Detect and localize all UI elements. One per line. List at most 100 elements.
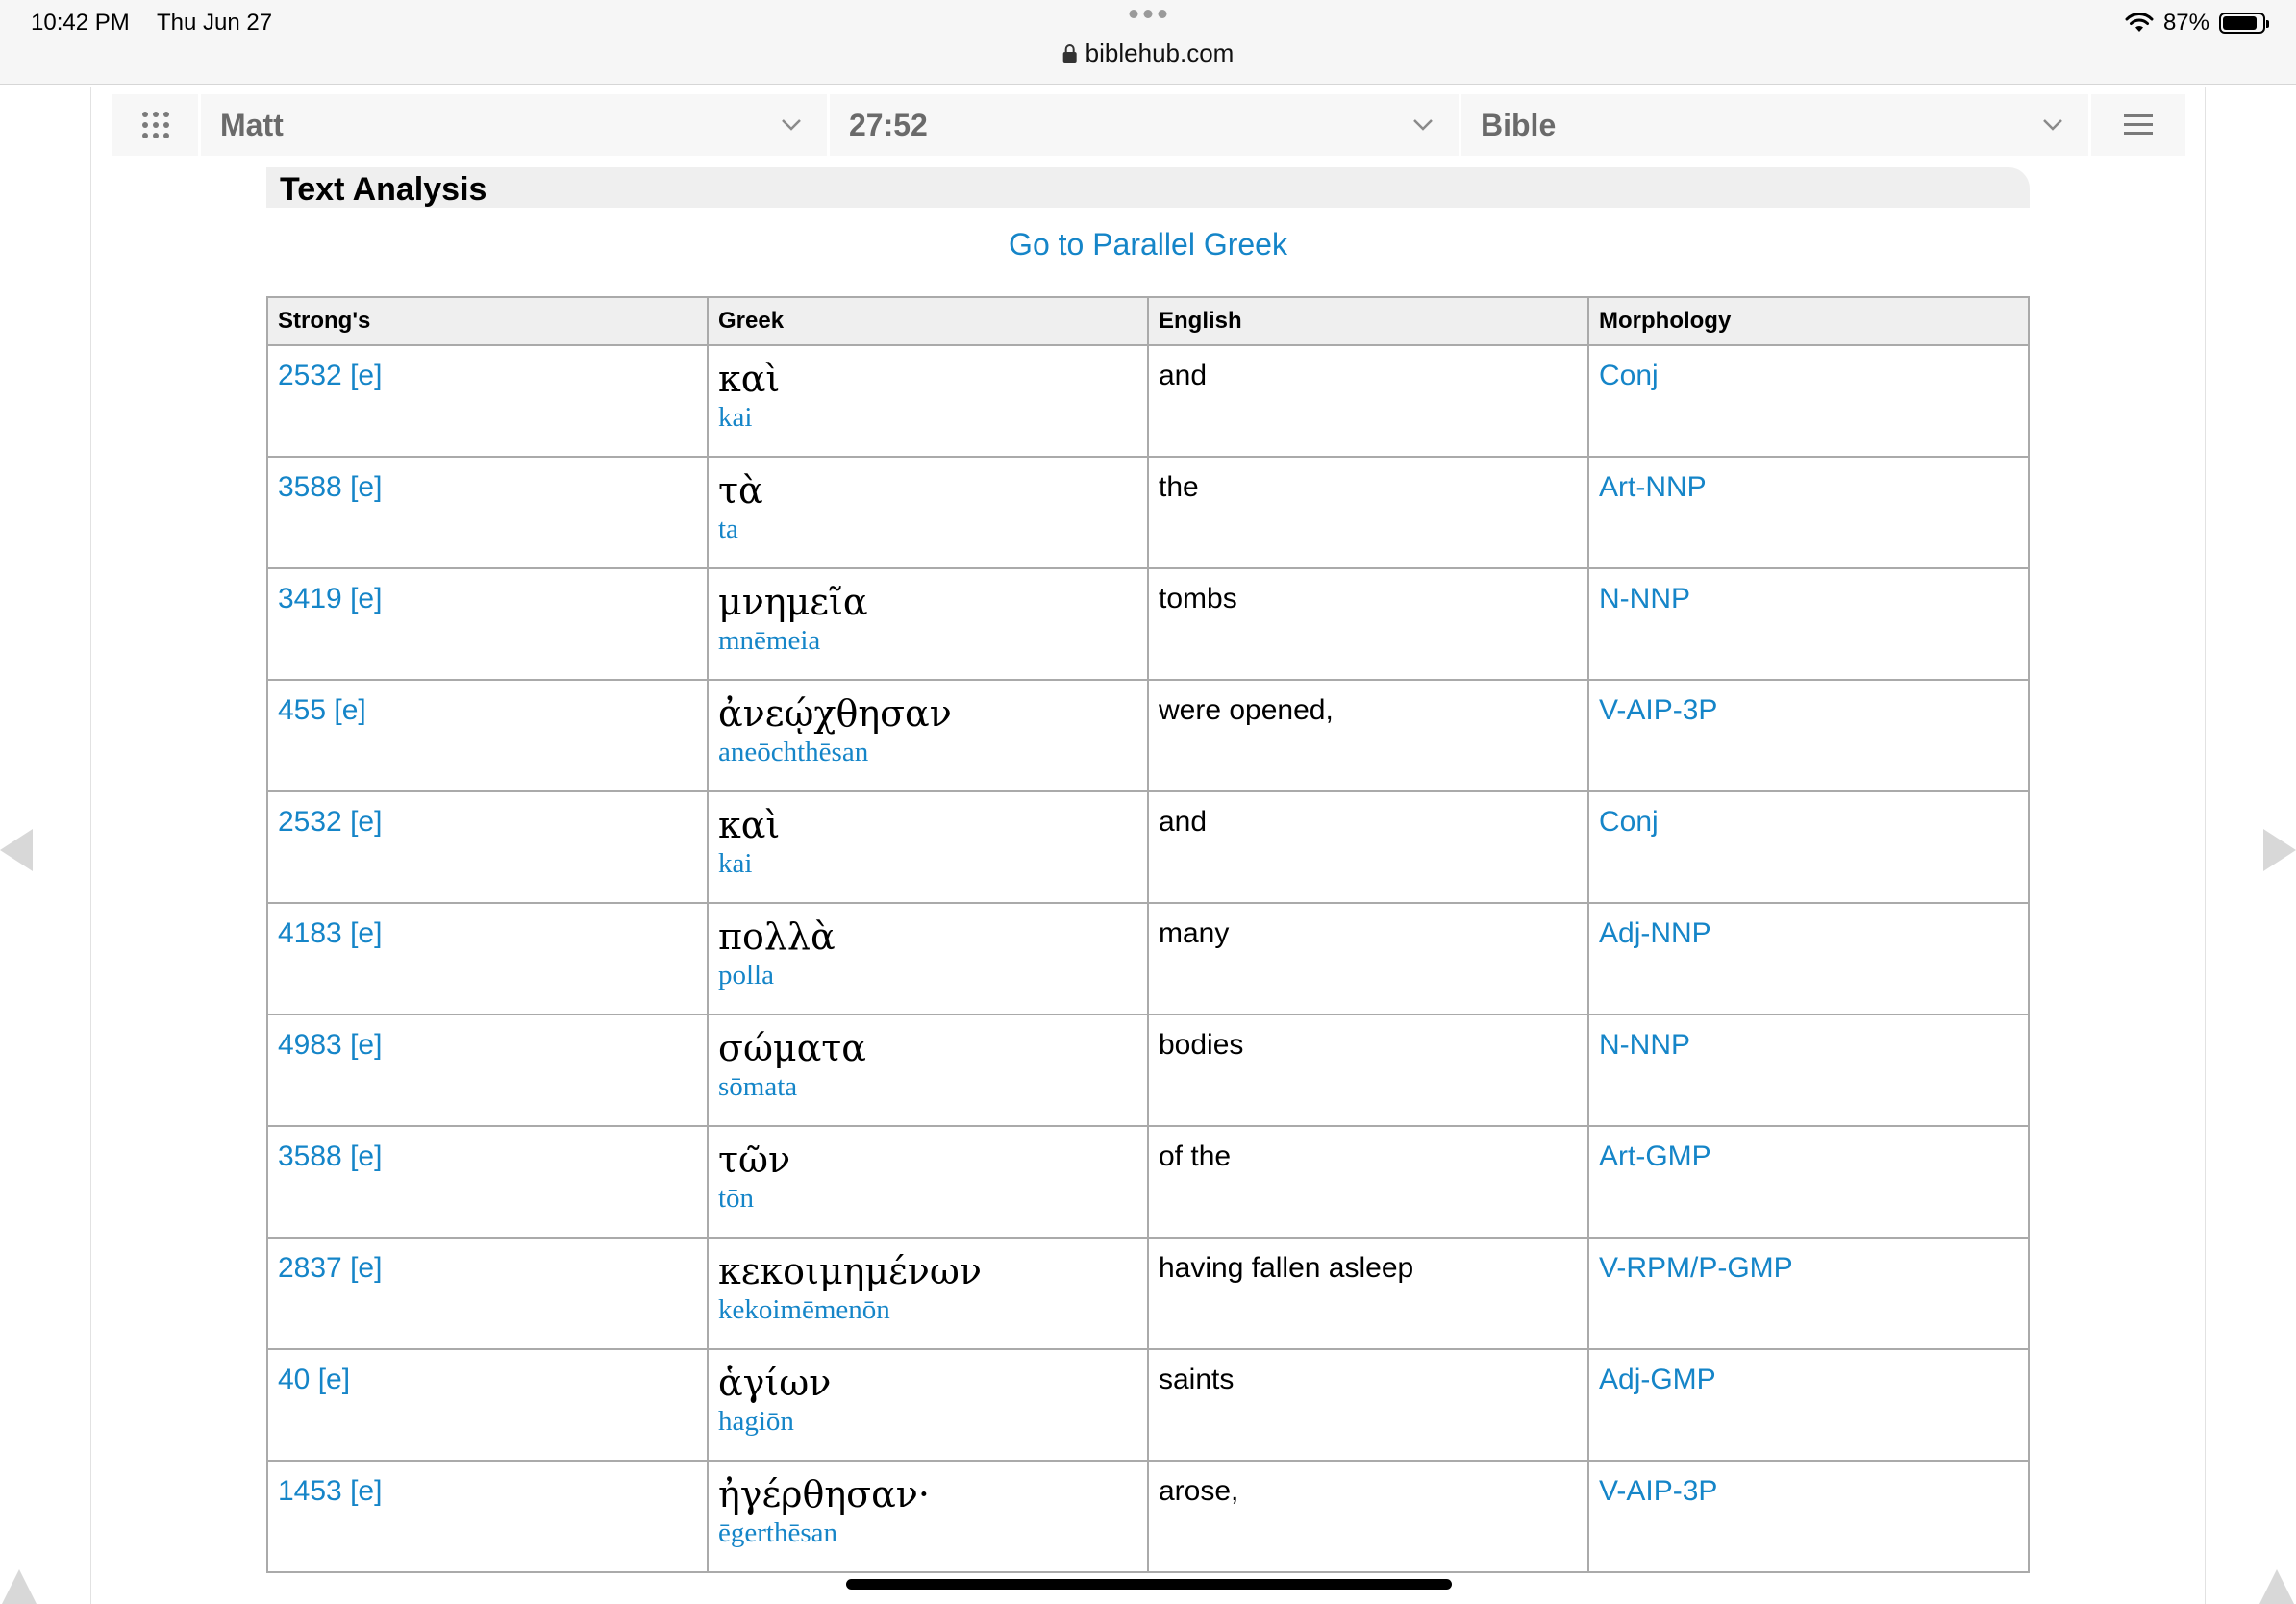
strongs-link[interactable]: 4983 [e] xyxy=(278,1029,382,1061)
strongs-cell: 2532 [e] xyxy=(266,790,709,904)
greek-word: ἀνεῴχθησαν xyxy=(718,692,952,735)
morphology-link[interactable]: V-AIP-3P xyxy=(1599,1475,1717,1507)
table-header-row: Strong's Greek English Morphology xyxy=(266,296,2030,346)
morphology-link[interactable]: Conj xyxy=(1599,360,1659,391)
morphology-cell: Art-NNP xyxy=(1587,456,2030,569)
transliteration-link[interactable]: mnēmeia xyxy=(718,625,1137,657)
transliteration-link[interactable]: sōmata xyxy=(718,1071,1137,1103)
strongs-link[interactable]: 3588 [e] xyxy=(278,1140,382,1172)
text-analysis-table: Strong's Greek English Morphology 2532 [… xyxy=(266,296,2030,1573)
home-indicator[interactable] xyxy=(846,1579,1452,1590)
morphology-cell: V-AIP-3P xyxy=(1587,1460,2030,1573)
transliteration-link[interactable]: tōn xyxy=(718,1183,1137,1215)
morphology-link[interactable]: N-NNP xyxy=(1599,583,1690,614)
header-morphology: Morphology xyxy=(1587,296,2030,346)
parallel-greek-link[interactable]: Go to Parallel Greek xyxy=(1009,227,1287,262)
strongs-cell: 4983 [e] xyxy=(266,1014,709,1127)
transliteration-link[interactable]: aneōchthēsan xyxy=(718,737,1137,768)
parallel-greek-link-wrap: Go to Parallel Greek xyxy=(91,227,2205,263)
english-cell: and xyxy=(1147,344,1589,458)
status-right: 87% xyxy=(2125,10,2269,37)
english-gloss: many xyxy=(1159,917,1230,949)
strongs-link[interactable]: 2532 [e] xyxy=(278,360,382,391)
hamburger-menu-button[interactable] xyxy=(2091,94,2185,156)
strongs-link[interactable]: 40 [e] xyxy=(278,1364,350,1395)
morphology-cell: V-AIP-3P xyxy=(1587,679,2030,792)
table-row: 4183 [e] πολλὰ polla many Adj-NNP xyxy=(266,902,2030,1015)
morphology-link[interactable]: V-AIP-3P xyxy=(1599,694,1717,726)
strongs-cell: 2532 [e] xyxy=(266,344,709,458)
morphology-link[interactable]: Art-GMP xyxy=(1599,1140,1711,1172)
strongs-link[interactable]: 2837 [e] xyxy=(278,1252,382,1284)
strongs-link[interactable]: 3419 [e] xyxy=(278,583,382,614)
table-row: 1453 [e] ἠγέρθησαν· ēgerthēsan arose, V-AIP-… xyxy=(266,1460,2030,1573)
page-content: Matt 27:52 Bible Text Analysis Go to Par… xyxy=(90,87,2206,1604)
strongs-cell: 1453 [e] xyxy=(266,1460,709,1573)
previous-verse-arrow-icon[interactable] xyxy=(0,829,33,871)
english-gloss: and xyxy=(1159,806,1208,838)
english-cell: arose, xyxy=(1147,1460,1589,1573)
english-gloss: the xyxy=(1159,471,1199,503)
english-cell: tombs xyxy=(1147,567,1589,681)
table-row: 4983 [e] σώματα sōmata bodies N-NNP xyxy=(266,1014,2030,1127)
url-text: biblehub.com xyxy=(1085,38,1235,67)
strongs-cell: 40 [e] xyxy=(266,1348,709,1462)
chevron-down-icon xyxy=(1413,119,1433,131)
status-left: 10:42 PM Thu Jun 27 xyxy=(31,10,293,37)
english-cell: having fallen asleep xyxy=(1147,1237,1589,1350)
greek-cell: ἁγίων hagiōn xyxy=(707,1348,1149,1462)
book-select[interactable]: Matt xyxy=(201,94,830,156)
battery-percent: 87% xyxy=(2162,10,2209,36)
chevron-down-icon xyxy=(2043,119,2062,131)
greek-cell: σώματα sōmata xyxy=(707,1014,1149,1127)
scroll-top-arrow-icon[interactable] xyxy=(2,1569,37,1604)
greek-word: ἁγίων xyxy=(718,1362,832,1404)
table-row: 3419 [e] μνημεῖα mnēmeia tombs N-NNP xyxy=(266,567,2030,681)
strongs-cell: 455 [e] xyxy=(266,679,709,792)
table-row: 455 [e] ἀνεῴχθησαν aneōchthēsan were opened… xyxy=(266,679,2030,792)
table-row: 3588 [e] τῶν tōn of the Art-GMP xyxy=(266,1125,2030,1239)
address-bar[interactable]: biblehub.com xyxy=(1062,38,1235,68)
morphology-link[interactable]: Art-NNP xyxy=(1599,471,1707,503)
transliteration-link[interactable]: ta xyxy=(718,514,1137,545)
transliteration-link[interactable]: kai xyxy=(718,848,1137,880)
verse-select[interactable]: 27:52 xyxy=(830,94,1461,156)
table-row: 2532 [e] καὶ kai and Conj xyxy=(266,790,2030,904)
transliteration-link[interactable]: kai xyxy=(718,402,1137,434)
morphology-cell: N-NNP xyxy=(1587,567,2030,681)
transliteration-link[interactable]: polla xyxy=(718,960,1137,991)
strongs-link[interactable]: 2532 [e] xyxy=(278,806,382,838)
strongs-link[interactable]: 455 [e] xyxy=(278,694,366,726)
morphology-link[interactable]: V-RPM/P-GMP xyxy=(1599,1252,1793,1284)
greek-cell: τῶν tōn xyxy=(707,1125,1149,1239)
english-cell: many xyxy=(1147,902,1589,1015)
transliteration-link[interactable]: hagiōn xyxy=(718,1406,1137,1438)
morphology-link[interactable]: Adj-NNP xyxy=(1599,917,1711,949)
greek-cell: μνημεῖα mnēmeia xyxy=(707,567,1149,681)
header-greek: Greek xyxy=(707,296,1149,346)
next-verse-arrow-icon[interactable] xyxy=(2263,829,2296,871)
greek-word: καὶ xyxy=(718,804,781,846)
strongs-link[interactable]: 1453 [e] xyxy=(278,1475,382,1507)
greek-cell: καὶ kai xyxy=(707,344,1149,458)
greek-word: μνημεῖα xyxy=(718,581,868,623)
grid-menu-button[interactable] xyxy=(112,94,201,156)
transliteration-link[interactable]: ēgerthēsan xyxy=(718,1517,1137,1549)
version-select[interactable]: Bible xyxy=(1461,94,2091,156)
greek-cell: καὶ kai xyxy=(707,790,1149,904)
strongs-link[interactable]: 3588 [e] xyxy=(278,471,382,503)
multitasking-dots-icon[interactable] xyxy=(1129,10,1167,18)
morphology-link[interactable]: Conj xyxy=(1599,806,1659,838)
section-title: Text Analysis xyxy=(266,167,2030,208)
greek-word: σώματα xyxy=(718,1027,866,1069)
scroll-top-arrow-icon[interactable] xyxy=(2259,1569,2294,1604)
strongs-link[interactable]: 4183 [e] xyxy=(278,917,382,949)
greek-word: πολλὰ xyxy=(718,915,836,958)
english-gloss: of the xyxy=(1159,1140,1232,1172)
morphology-link[interactable]: N-NNP xyxy=(1599,1029,1690,1061)
morphology-link[interactable]: Adj-GMP xyxy=(1599,1364,1716,1395)
morphology-cell: Adj-NNP xyxy=(1587,902,2030,1015)
morphology-cell: Art-GMP xyxy=(1587,1125,2030,1239)
battery-icon xyxy=(2219,13,2269,34)
transliteration-link[interactable]: kekoimēmenōn xyxy=(718,1294,1137,1326)
